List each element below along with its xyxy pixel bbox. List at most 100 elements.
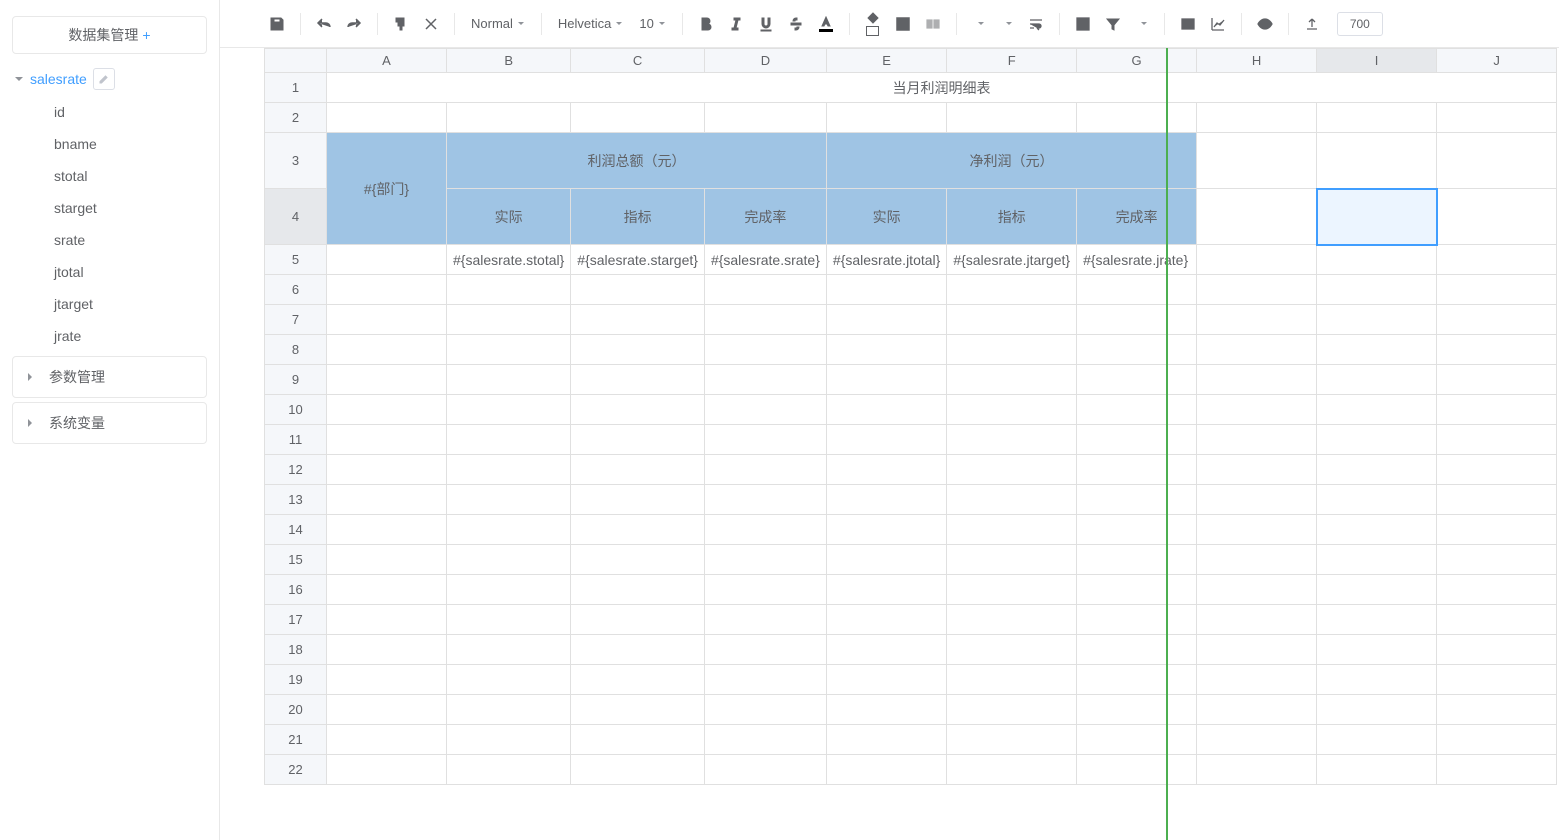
cell-G14[interactable] xyxy=(1077,515,1197,545)
undo-button[interactable] xyxy=(311,11,337,37)
cell-B5[interactable]: #{salesrate.stotal} xyxy=(447,245,571,275)
cell-C21[interactable] xyxy=(571,725,705,755)
cell-H18[interactable] xyxy=(1197,635,1317,665)
cell-D17[interactable] xyxy=(704,605,826,635)
corner-cell[interactable] xyxy=(265,49,327,73)
tree-leaf-jrate[interactable]: jrate xyxy=(40,320,219,352)
row-header-16[interactable]: 16 xyxy=(265,575,327,605)
cell-A10[interactable] xyxy=(327,395,447,425)
cell-G21[interactable] xyxy=(1077,725,1197,755)
sysvar-panel-header[interactable]: 系统变量 xyxy=(12,402,207,444)
row-header-4[interactable]: 4 xyxy=(265,189,327,245)
row-header-9[interactable]: 9 xyxy=(265,365,327,395)
cell-E15[interactable] xyxy=(826,545,946,575)
dataset-panel-header[interactable]: 数据集管理 + xyxy=(12,16,207,54)
cell-G8[interactable] xyxy=(1077,335,1197,365)
cell-I8[interactable] xyxy=(1317,335,1437,365)
cell-A15[interactable] xyxy=(327,545,447,575)
header-group2[interactable]: 净利润（元） xyxy=(826,133,1196,189)
row-header-21[interactable]: 21 xyxy=(265,725,327,755)
cell-J21[interactable] xyxy=(1437,725,1557,755)
fill-color-button[interactable] xyxy=(860,11,886,37)
cell-D14[interactable] xyxy=(704,515,826,545)
cell-B8[interactable] xyxy=(447,335,571,365)
cell-F19[interactable] xyxy=(947,665,1077,695)
cell-D18[interactable] xyxy=(704,635,826,665)
underline-button[interactable] xyxy=(753,11,779,37)
subheader-5[interactable]: 完成率 xyxy=(1077,189,1197,245)
cell-G2[interactable] xyxy=(1077,103,1197,133)
cell-C22[interactable] xyxy=(571,755,705,785)
tree-leaf-stotal[interactable]: stotal xyxy=(40,160,219,192)
cell-G22[interactable] xyxy=(1077,755,1197,785)
cell-I11[interactable] xyxy=(1317,425,1437,455)
freeze-button[interactable] xyxy=(1070,11,1096,37)
image-button[interactable] xyxy=(1175,11,1201,37)
cell-H5[interactable] xyxy=(1197,245,1317,275)
cell-A12[interactable] xyxy=(327,455,447,485)
cell-A17[interactable] xyxy=(327,605,447,635)
tree-leaf-bname[interactable]: bname xyxy=(40,128,219,160)
cell-B10[interactable] xyxy=(447,395,571,425)
italic-button[interactable] xyxy=(723,11,749,37)
col-header-A[interactable]: A xyxy=(327,49,447,73)
font-dropdown[interactable]: Helvetica xyxy=(552,11,629,37)
col-header-B[interactable]: B xyxy=(447,49,571,73)
cell-C12[interactable] xyxy=(571,455,705,485)
cell-H15[interactable] xyxy=(1197,545,1317,575)
row-header-22[interactable]: 22 xyxy=(265,755,327,785)
cell-F16[interactable] xyxy=(947,575,1077,605)
cell-J8[interactable] xyxy=(1437,335,1557,365)
cell-B15[interactable] xyxy=(447,545,571,575)
cell-H22[interactable] xyxy=(1197,755,1317,785)
format-painter-button[interactable] xyxy=(388,11,414,37)
cell-H8[interactable] xyxy=(1197,335,1317,365)
cell-F11[interactable] xyxy=(947,425,1077,455)
cell-A19[interactable] xyxy=(327,665,447,695)
cell-J10[interactable] xyxy=(1437,395,1557,425)
cell-J2[interactable] xyxy=(1437,103,1557,133)
cell-I22[interactable] xyxy=(1317,755,1437,785)
cell-B2[interactable] xyxy=(447,103,571,133)
subheader-2[interactable]: 完成率 xyxy=(704,189,826,245)
borders-button[interactable] xyxy=(890,11,916,37)
row-header-8[interactable]: 8 xyxy=(265,335,327,365)
cell-C5[interactable]: #{salesrate.starget} xyxy=(571,245,705,275)
cell-C6[interactable] xyxy=(571,275,705,305)
cell-C13[interactable] xyxy=(571,485,705,515)
cell-H12[interactable] xyxy=(1197,455,1317,485)
cell-F22[interactable] xyxy=(947,755,1077,785)
cell-J16[interactable] xyxy=(1437,575,1557,605)
cell-A18[interactable] xyxy=(327,635,447,665)
col-header-C[interactable]: C xyxy=(571,49,705,73)
cell-I20[interactable] xyxy=(1317,695,1437,725)
cell-E22[interactable] xyxy=(826,755,946,785)
cell-I14[interactable] xyxy=(1317,515,1437,545)
row-header-20[interactable]: 20 xyxy=(265,695,327,725)
cell-E2[interactable] xyxy=(826,103,946,133)
cell-F9[interactable] xyxy=(947,365,1077,395)
row-header-11[interactable]: 11 xyxy=(265,425,327,455)
save-button[interactable] xyxy=(264,11,290,37)
cell-F14[interactable] xyxy=(947,515,1077,545)
row-header-17[interactable]: 17 xyxy=(265,605,327,635)
params-panel-header[interactable]: 参数管理 xyxy=(12,356,207,398)
cell-H4[interactable] xyxy=(1197,189,1317,245)
cell-B14[interactable] xyxy=(447,515,571,545)
row-header-3[interactable]: 3 xyxy=(265,133,327,189)
cell-J14[interactable] xyxy=(1437,515,1557,545)
cell-E9[interactable] xyxy=(826,365,946,395)
cell-C7[interactable] xyxy=(571,305,705,335)
merge-cells-button[interactable] xyxy=(920,11,946,37)
cell-J22[interactable] xyxy=(1437,755,1557,785)
add-dataset-icon[interactable]: + xyxy=(142,27,150,43)
cell-A14[interactable] xyxy=(327,515,447,545)
cell-D21[interactable] xyxy=(704,725,826,755)
clear-format-button[interactable] xyxy=(418,11,444,37)
filter-button[interactable] xyxy=(1100,11,1126,37)
cell-G17[interactable] xyxy=(1077,605,1197,635)
cell-B9[interactable] xyxy=(447,365,571,395)
preview-button[interactable] xyxy=(1252,11,1278,37)
cell-D11[interactable] xyxy=(704,425,826,455)
cell-B13[interactable] xyxy=(447,485,571,515)
